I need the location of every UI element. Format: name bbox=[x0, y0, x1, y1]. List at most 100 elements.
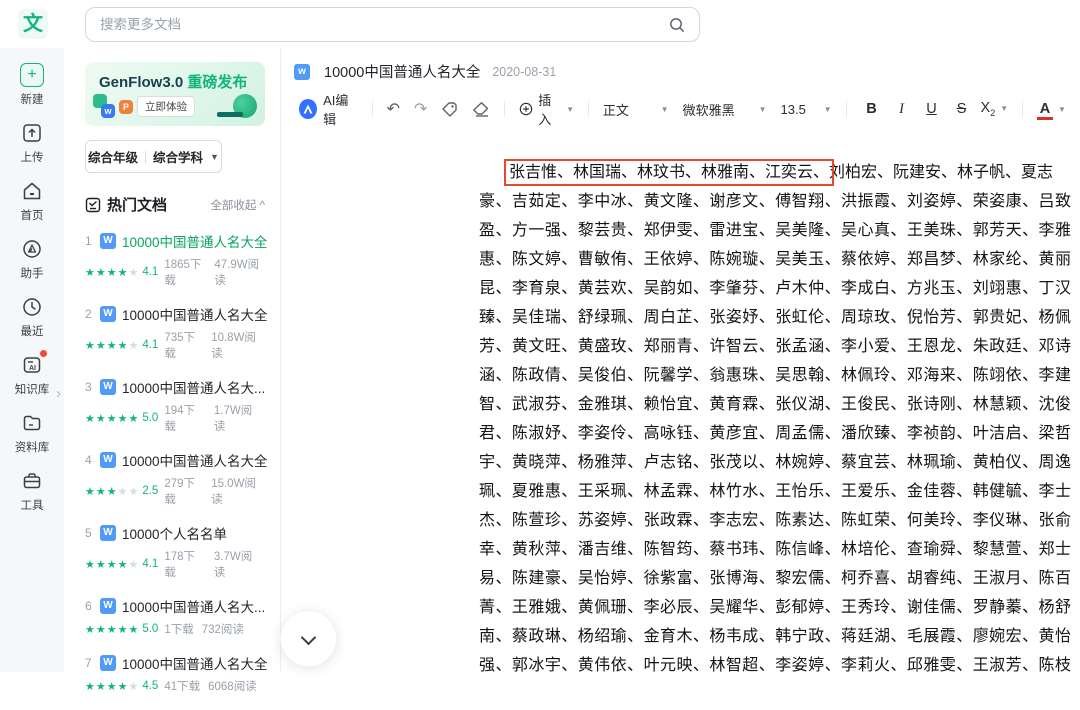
word-doc-icon: W bbox=[100, 655, 116, 671]
rail-item-tools[interactable]: 工具 bbox=[0, 468, 64, 513]
rail-item-new[interactable]: + 新建 bbox=[0, 62, 64, 107]
rail-item-label: 助手 bbox=[20, 268, 44, 280]
document-date: 2020-08-31 bbox=[492, 64, 557, 79]
word-doc-icon: W bbox=[100, 233, 116, 249]
rail-item-recent[interactable]: 最近 bbox=[0, 294, 64, 339]
doc-title[interactable]: 10000中国普通人名大... bbox=[122, 377, 265, 397]
italic-button[interactable]: I bbox=[891, 101, 913, 118]
doc-title[interactable]: 10000中国普通人名大全 bbox=[122, 450, 268, 470]
strikethrough-button[interactable]: S bbox=[951, 101, 973, 117]
star-empty-icons: ★★ bbox=[117, 485, 140, 498]
search-bar[interactable] bbox=[85, 7, 700, 42]
font-size-dropdown[interactable]: 13.5 ▼ bbox=[781, 102, 832, 117]
filter-divider bbox=[145, 150, 147, 163]
undo-button[interactable]: ↶ bbox=[387, 99, 400, 119]
chevron-down-icon: ▼ bbox=[1058, 104, 1066, 114]
editor-toolbar: AI编辑 ↶ ↷ 插入 ▼ 正文 ▼ 微软雅黑 ▼ 13.5 ▼ B I U S… bbox=[299, 90, 1080, 128]
upload-icon bbox=[19, 120, 45, 146]
search-input[interactable] bbox=[100, 17, 669, 32]
strikethrough-icon: S bbox=[956, 101, 967, 117]
home-icon bbox=[19, 178, 45, 204]
doc-title[interactable]: 10000中国普通人名大... bbox=[122, 596, 265, 616]
document-pane: w 10000中国普通人名大全 2020-08-31 AI编辑 ↶ ↷ 插入 ▼… bbox=[280, 48, 1080, 674]
font-name-dropdown[interactable]: 微软雅黑 ▼ bbox=[683, 100, 767, 119]
rail-item-label: 资料库 bbox=[14, 442, 50, 454]
ai-edit-label: AI编辑 bbox=[323, 93, 349, 127]
banner-title: GenFlow3.0 重磅发布 bbox=[99, 74, 248, 91]
rank: 6 bbox=[85, 599, 92, 613]
rail-item-label: 上传 bbox=[20, 152, 44, 164]
eraser-icon bbox=[473, 102, 489, 117]
insert-dropdown[interactable]: 插入 ▼ bbox=[519, 90, 574, 128]
list-item[interactable]: 2 W 10000中国普通人名大全 ★★★★ ★ 4.1 735下载 10.8W阅… bbox=[85, 304, 271, 361]
list-item[interactable]: 5 W 10000个人名名单 ★★★★ ★ 4.1 178下载 3.7W阅读 bbox=[85, 523, 271, 580]
insert-label: 插入 bbox=[538, 93, 552, 127]
list-item[interactable]: 4 W 10000中国普通人名大全 ★★★ ★★ 2.5 279下载 15.0W阅… bbox=[85, 450, 271, 507]
rail-item-knowledge-base[interactable]: AI 知识库 bbox=[0, 350, 64, 397]
downloads: 41下载 bbox=[164, 681, 201, 693]
list-item[interactable]: 1 W 10000中国普通人名大全 ★★★★ ★ 4.1 1865下载 47.9W… bbox=[85, 231, 271, 288]
toolbar-divider bbox=[371, 101, 373, 117]
doc-text-line: 惠、陈文婷、曹敏侑、王依婷、陈婉璇、吴美玉、蔡依婷、郑昌梦、林家纶、黄丽 bbox=[479, 251, 1071, 268]
rank: 7 bbox=[85, 656, 92, 670]
doc-text-line: 杰、陈萱珍、苏姿婷、张政霖、李志宏、陈素达、陈虹荣、何美玲、李仪琳、张俞 bbox=[479, 512, 1071, 529]
collapse-all-link[interactable]: 全部收起 ^ bbox=[210, 197, 265, 213]
format-painter-icon bbox=[442, 101, 458, 117]
ai-edit-button[interactable]: AI编辑 bbox=[299, 90, 358, 128]
word-doc-icon: W bbox=[100, 306, 116, 322]
doc-title[interactable]: 10000中国普通人名大全 bbox=[122, 231, 268, 251]
reads: 3.7W阅读 bbox=[213, 551, 253, 579]
font-color-icon: A bbox=[1037, 101, 1054, 120]
circle-plus-icon bbox=[520, 102, 533, 116]
toolbar-divider bbox=[587, 101, 589, 117]
rail-item-home[interactable]: 首页 bbox=[0, 178, 64, 223]
paragraph-style-dropdown[interactable]: 正文 ▼ bbox=[603, 100, 669, 119]
reads: 1.7W阅读 bbox=[213, 405, 253, 433]
filter-dropdown[interactable]: 综合年级 综合学科 ▼ bbox=[85, 140, 222, 173]
eraser-button[interactable] bbox=[472, 101, 490, 117]
rating: 5.0 bbox=[142, 412, 159, 424]
list-item[interactable]: 6 W 10000中国普通人名大... ★★★★★ 5.0 1下载 732阅读 bbox=[85, 596, 271, 637]
banner-cta-button[interactable]: 立即体验 bbox=[137, 96, 195, 117]
reads: 6068阅读 bbox=[208, 681, 257, 693]
doc-title[interactable]: 10000中国普通人名大全 bbox=[122, 653, 268, 673]
chevron-down-icon: ▼ bbox=[758, 104, 767, 114]
left-rail: + 新建 上传 首页 助手 最近 AI 知识库 资料库 工具 bbox=[0, 48, 64, 672]
rank: 2 bbox=[85, 307, 92, 321]
svg-text:AI: AI bbox=[29, 365, 36, 372]
search-icon[interactable] bbox=[669, 17, 685, 33]
rail-item-materials[interactable]: 资料库 bbox=[0, 410, 64, 455]
word-badge-icon: w bbox=[101, 104, 115, 118]
format-painter-button[interactable] bbox=[441, 101, 458, 118]
doc-text-line: 强、郭冰宇、黄伟依、叶元映、林智超、李姿婷、李莉火、邱雅雯、王淑芳、陈枝 bbox=[479, 657, 1071, 674]
font-name-value: 微软雅黑 bbox=[682, 102, 735, 118]
bold-button[interactable]: B bbox=[861, 101, 883, 117]
doc-text-line: 豪、吉茹定、李中冰、黄文隆、谢彦文、傅智翔、洪振霞、刘姿婷、荣姿康、吕致 bbox=[479, 193, 1071, 210]
rating: 2.5 bbox=[142, 485, 159, 497]
rail-item-upload[interactable]: 上传 bbox=[0, 120, 64, 165]
font-color-dropdown[interactable]: A ▼ bbox=[1037, 101, 1066, 120]
star-empty-icons: ★ bbox=[128, 266, 140, 279]
scroll-down-button[interactable] bbox=[280, 610, 337, 667]
app-logo[interactable]: 文 bbox=[18, 9, 48, 39]
genflow-banner[interactable]: GenFlow3.0 重磅发布 w P 立即体验 bbox=[85, 62, 265, 126]
chevron-down-icon: ▼ bbox=[210, 151, 219, 162]
document-body[interactable]: 张吉惟、林国瑞、林玟书、林雅南、江奕云、刘柏宏、阮建安、林子帆、夏志 豪、吉茹定… bbox=[479, 158, 1071, 680]
list-item[interactable]: 3 W 10000中国普通人名大... ★★★★★ 5.0 194下载 1.7W… bbox=[85, 377, 271, 434]
rail-item-label: 首页 bbox=[20, 210, 44, 222]
star-empty-icons: ★ bbox=[128, 339, 140, 352]
rail-item-label: 工具 bbox=[20, 500, 44, 512]
underline-button[interactable]: U bbox=[921, 101, 943, 117]
doc-text-line: 张吉惟、林国瑞、林玟书、林雅南、江奕云、刘柏宏、阮建安、林子帆、夏志 bbox=[479, 158, 1071, 187]
sidebar-expand-chevron-icon[interactable]: › bbox=[56, 385, 61, 402]
word-doc-icon: w bbox=[294, 63, 310, 80]
underline-icon: U bbox=[926, 101, 937, 117]
subscript-dropdown[interactable]: X2 ▼ bbox=[981, 100, 1009, 118]
list-item[interactable]: 7 W 10000中国普通人名大全 ★★★★ ★ 4.5 41下载 6068阅读 bbox=[85, 653, 271, 694]
folder-icon bbox=[19, 410, 45, 436]
doc-title[interactable]: 10000中国普通人名大全 bbox=[122, 304, 268, 324]
redo-button[interactable]: ↷ bbox=[414, 99, 427, 119]
doc-title[interactable]: 10000个人名名单 bbox=[122, 523, 227, 543]
rail-item-assistant[interactable]: 助手 bbox=[0, 236, 64, 281]
doc-text-line: 盈、方一强、黎芸贵、郑伊雯、雷进宝、吴美隆、吴心真、王美珠、郭芳天、李雅 bbox=[479, 222, 1071, 239]
